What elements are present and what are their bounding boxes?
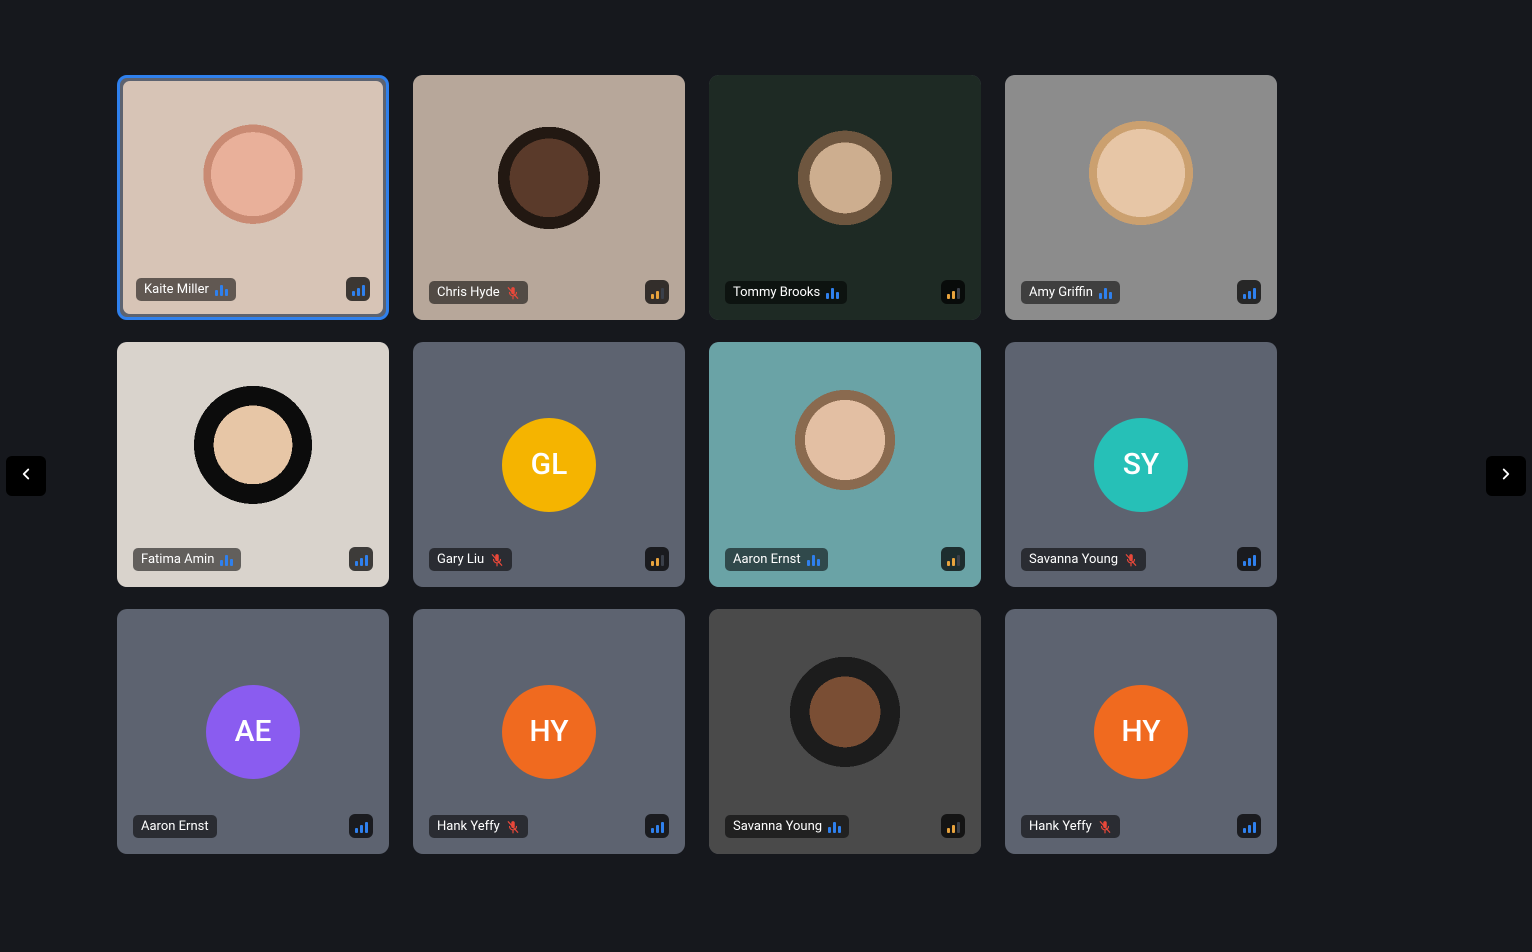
connection-quality-badge xyxy=(349,547,373,571)
speaking-icon xyxy=(1099,287,1112,299)
speaking-icon xyxy=(807,554,820,566)
participant-tile-inner: Savanna Young xyxy=(709,609,981,854)
participant-name-chip: Kaite Miller xyxy=(136,278,236,301)
participant-name-chip: Amy Griffin xyxy=(1021,281,1120,304)
participant-tile[interactable]: Aaron Ernst xyxy=(709,342,981,587)
participant-tile[interactable]: GL Gary Liu xyxy=(413,342,685,587)
speaking-icon xyxy=(215,284,228,296)
participant-name: Aaron Ernst xyxy=(733,552,801,567)
participant-avatar: SY xyxy=(1094,418,1188,512)
participant-name-chip: Hank Yeffy xyxy=(429,815,528,838)
participant-initials: GL xyxy=(531,447,568,482)
speaking-icon xyxy=(826,287,839,299)
connection-quality-badge xyxy=(1237,547,1261,571)
participant-tile[interactable]: Tommy Brooks xyxy=(709,75,981,320)
participant-name-chip: Fatima Amin xyxy=(133,548,241,571)
participant-name-chip: Aaron Ernst xyxy=(725,548,828,571)
connection-quality-badge xyxy=(349,814,373,838)
participant-tile[interactable]: Kaite Miller xyxy=(117,75,389,320)
participant-name: Gary Liu xyxy=(437,552,484,567)
participant-tile[interactable]: SY Savanna Young xyxy=(1005,342,1277,587)
participant-tile[interactable]: Savanna Young xyxy=(709,609,981,854)
participant-tile-inner: Tommy Brooks xyxy=(709,75,981,320)
participant-initials: SY xyxy=(1123,447,1160,482)
connection-quality-badge xyxy=(346,277,370,301)
participant-avatar: HY xyxy=(502,685,596,779)
participant-tile-inner: AE Aaron Ernst xyxy=(117,609,389,854)
participant-name-chip: Tommy Brooks xyxy=(725,281,847,304)
participant-name: Hank Yeffy xyxy=(1029,819,1092,834)
speaking-icon xyxy=(220,554,233,566)
participant-initials: HY xyxy=(1121,714,1160,749)
participant-name: Savanna Young xyxy=(733,819,822,834)
participant-tile-inner: Fatima Amin xyxy=(117,342,389,587)
participant-tile[interactable]: HY Hank Yeffy xyxy=(413,609,685,854)
participant-name: Kaite Miller xyxy=(144,282,209,297)
participant-tile-inner: HY Hank Yeffy xyxy=(1005,609,1277,854)
connection-quality-badge xyxy=(645,814,669,838)
connection-quality-badge xyxy=(941,547,965,571)
participant-avatar: AE xyxy=(206,685,300,779)
participant-tile-inner: Aaron Ernst xyxy=(709,342,981,587)
participant-tile[interactable]: HY Hank Yeffy xyxy=(1005,609,1277,854)
participant-name: Tommy Brooks xyxy=(733,285,820,300)
participant-name-chip: Savanna Young xyxy=(725,815,849,838)
participant-name: Hank Yeffy xyxy=(437,819,500,834)
connection-quality-badge xyxy=(645,280,669,304)
participant-initials: HY xyxy=(529,714,568,749)
participant-name: Amy Griffin xyxy=(1029,285,1093,300)
participant-tile-inner: HY Hank Yeffy xyxy=(413,609,685,854)
participant-tile[interactable]: Chris Hyde xyxy=(413,75,685,320)
chevron-right-icon xyxy=(1497,465,1515,487)
participant-grid: Kaite Miller Chris Hyde Tommy Brooks Amy Gr… xyxy=(117,75,1277,854)
participant-initials: AE xyxy=(235,714,272,749)
participant-name-chip: Gary Liu xyxy=(429,548,512,571)
mic-muted-icon xyxy=(490,553,504,567)
participant-tile-inner: GL Gary Liu xyxy=(413,342,685,587)
participant-name-chip: Savanna Young xyxy=(1021,548,1146,571)
mic-muted-icon xyxy=(506,820,520,834)
page-next-button[interactable] xyxy=(1486,456,1526,496)
chevron-left-icon xyxy=(17,465,35,487)
participant-name-chip: Hank Yeffy xyxy=(1021,815,1120,838)
page-prev-button[interactable] xyxy=(6,456,46,496)
connection-quality-badge xyxy=(941,814,965,838)
participant-tile-inner: Amy Griffin xyxy=(1005,75,1277,320)
participant-tile-inner: SY Savanna Young xyxy=(1005,342,1277,587)
participant-tile[interactable]: Amy Griffin xyxy=(1005,75,1277,320)
participant-tile-inner: Chris Hyde xyxy=(413,75,685,320)
participant-avatar: GL xyxy=(502,418,596,512)
participant-name: Aaron Ernst xyxy=(141,819,209,834)
participant-avatar: HY xyxy=(1094,685,1188,779)
speaking-icon xyxy=(828,821,841,833)
participant-tile[interactable]: AE Aaron Ernst xyxy=(117,609,389,854)
participant-name: Chris Hyde xyxy=(437,285,500,300)
participant-tile[interactable]: Fatima Amin xyxy=(117,342,389,587)
connection-quality-badge xyxy=(645,547,669,571)
connection-quality-badge xyxy=(941,280,965,304)
connection-quality-badge xyxy=(1237,280,1261,304)
mic-muted-icon xyxy=(506,286,520,300)
participant-name-chip: Chris Hyde xyxy=(429,281,528,304)
connection-quality-badge xyxy=(1237,814,1261,838)
participant-name-chip: Aaron Ernst xyxy=(133,815,217,838)
participant-tile-inner: Kaite Miller xyxy=(123,81,383,314)
mic-muted-icon xyxy=(1124,553,1138,567)
participant-name: Fatima Amin xyxy=(141,552,214,567)
participant-name: Savanna Young xyxy=(1029,552,1118,567)
mic-muted-icon xyxy=(1098,820,1112,834)
